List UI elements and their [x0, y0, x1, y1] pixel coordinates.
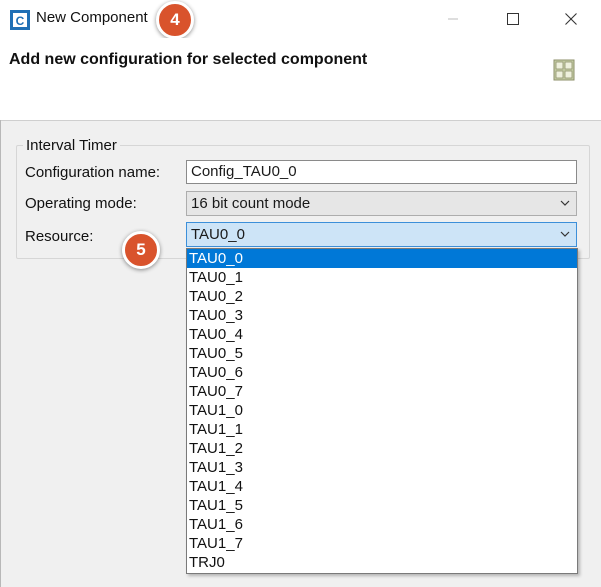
window-title: New Component: [36, 9, 148, 26]
operating-mode-label: Operating mode:: [25, 195, 137, 212]
dropdown-option[interactable]: TAU1_1: [187, 420, 577, 439]
dialog-header: Add new configuration for selected compo…: [0, 38, 601, 121]
dropdown-option[interactable]: TAU1_2: [187, 439, 577, 458]
callout-badge-4: 4: [156, 1, 194, 39]
title-bar: C New Component: [0, 0, 601, 38]
dropdown-option[interactable]: TAU0_2: [187, 287, 577, 306]
dropdown-option[interactable]: TAU1_5: [187, 496, 577, 515]
resource-select[interactable]: TAU0_0: [186, 222, 577, 247]
svg-text:C: C: [16, 14, 25, 28]
dropdown-option[interactable]: TAU0_1: [187, 268, 577, 287]
operating-mode-value: 16 bit count mode: [191, 195, 311, 212]
chevron-down-icon: [560, 231, 570, 237]
dropdown-option[interactable]: TAU0_5: [187, 344, 577, 363]
maximize-button[interactable]: [490, 0, 536, 38]
config-name-input[interactable]: Config_TAU0_0: [186, 160, 577, 184]
operating-mode-select[interactable]: 16 bit count mode: [186, 191, 577, 216]
minimize-icon: [448, 18, 458, 20]
header-title: Add new configuration for selected compo…: [9, 51, 368, 68]
dropdown-option[interactable]: TAU1_7: [187, 534, 577, 553]
resource-dropdown-list[interactable]: TAU0_0 TAU0_1 TAU0_2 TAU0_3 TAU0_4 TAU0_5 TAU0…: [186, 248, 578, 574]
resource-label: Resource:: [25, 228, 94, 245]
resource-value: TAU0_0: [191, 226, 245, 243]
dropdown-option[interactable]: TRJ0: [187, 553, 577, 572]
dropdown-option[interactable]: TAU0_7: [187, 382, 577, 401]
minimize-button[interactable]: [430, 0, 476, 38]
dropdown-option[interactable]: TAU1_4: [187, 477, 577, 496]
app-icon: C: [10, 10, 30, 30]
group-title: Interval Timer: [23, 137, 120, 154]
window-left-edge: [0, 120, 1, 587]
dropdown-option[interactable]: TAU0_3: [187, 306, 577, 325]
dropdown-option[interactable]: TAU0_6: [187, 363, 577, 382]
dropdown-option[interactable]: TAU1_6: [187, 515, 577, 534]
close-button[interactable]: [548, 0, 594, 38]
maximize-icon: [507, 13, 519, 25]
config-name-label: Configuration name:: [25, 164, 161, 181]
grid-component-icon: [553, 59, 575, 81]
dropdown-option[interactable]: TAU0_0: [187, 249, 577, 268]
dropdown-option[interactable]: TAU1_0: [187, 401, 577, 420]
chevron-down-icon: [560, 200, 570, 206]
dropdown-option[interactable]: TAU1_3: [187, 458, 577, 477]
callout-badge-5: 5: [122, 231, 160, 269]
close-icon: [565, 13, 577, 25]
dropdown-option[interactable]: TAU0_4: [187, 325, 577, 344]
